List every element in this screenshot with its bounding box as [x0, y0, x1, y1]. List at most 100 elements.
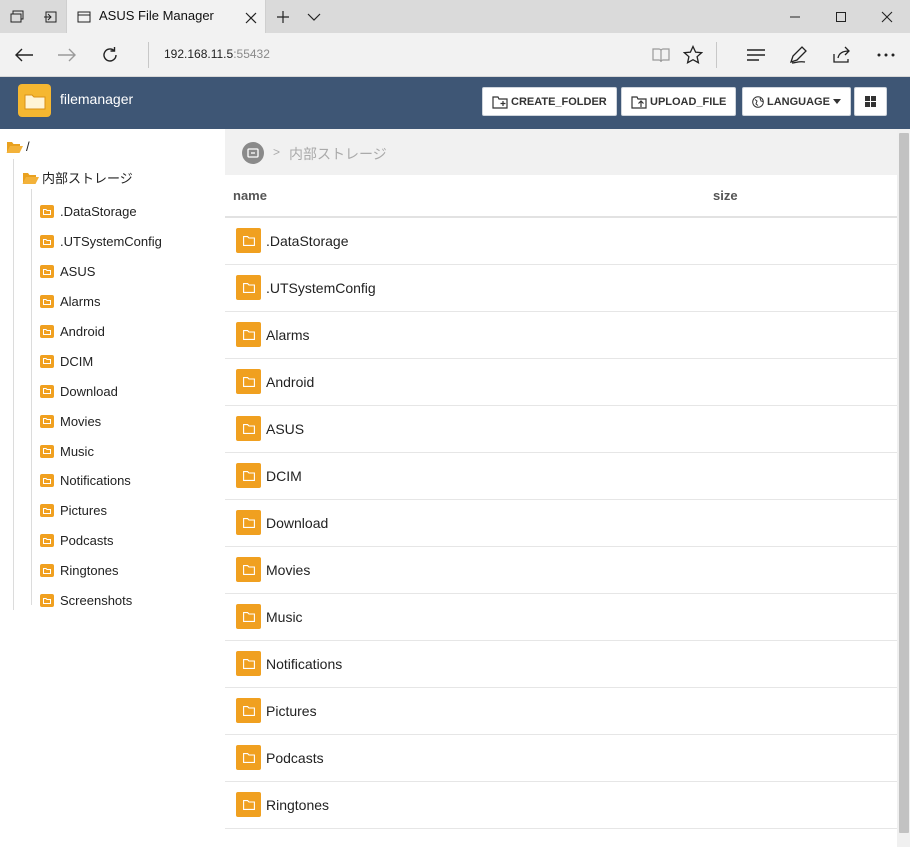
breadcrumb: > 内部ストレージ	[225, 129, 897, 175]
sidebar-folder-label: .DataStorage	[60, 204, 137, 220]
sidebar-folder-item[interactable]: ASUS	[40, 257, 162, 287]
tab-list-icon[interactable]	[0, 0, 33, 33]
file-name-cell: ASUS	[266, 421, 305, 437]
folder-icon	[236, 698, 261, 723]
table-row[interactable]: Alarms	[225, 312, 897, 359]
hub-icon[interactable]	[734, 33, 778, 77]
column-header-name[interactable]: name	[233, 188, 267, 203]
file-name-cell: .DataStorage	[266, 233, 349, 249]
back-arrow-icon[interactable]	[2, 33, 46, 77]
file-name-cell: Pictures	[266, 703, 317, 719]
folder-icon	[40, 504, 54, 518]
new-tab-icon[interactable]	[266, 0, 299, 33]
sidebar-folder-item[interactable]: .UTSystemConfig	[40, 227, 162, 257]
table-row[interactable]: Notifications	[225, 641, 897, 688]
folder-icon	[236, 745, 261, 770]
table-row[interactable]: .UTSystemConfig	[225, 265, 897, 312]
folder-icon	[236, 228, 261, 253]
scrollbar-thumb[interactable]	[899, 133, 909, 833]
upload-icon	[631, 95, 647, 109]
table-row[interactable]: .DataStorage	[225, 218, 897, 265]
set-aside-tabs-icon[interactable]	[33, 0, 66, 33]
file-name-cell: Download	[266, 515, 329, 531]
maximize-icon[interactable]	[818, 0, 864, 33]
folder-icon	[236, 463, 261, 488]
address-bar[interactable]: 192.168.11.5:55432	[164, 47, 270, 61]
folder-icon	[236, 651, 261, 676]
sidebar-folder-item[interactable]: Alarms	[40, 287, 162, 317]
table-row[interactable]: Android	[225, 359, 897, 406]
table-row[interactable]: Ringtones	[225, 782, 897, 829]
folder-icon	[236, 369, 261, 394]
sidebar-folder-item[interactable]: Music	[40, 436, 162, 466]
upload-file-button[interactable]: UPLOAD_FILE	[621, 87, 737, 116]
globe-icon	[752, 95, 764, 108]
folder-icon	[40, 325, 54, 338]
sidebar-tree: / 内部ストレージ .DataStorage .UTSystemConfig ASU…	[0, 129, 225, 847]
folder-icon	[40, 414, 54, 428]
minimize-icon[interactable]	[772, 0, 818, 33]
address-separator	[148, 42, 149, 68]
refresh-icon[interactable]	[88, 33, 132, 77]
sidebar-folder-item[interactable]: Podcasts	[40, 526, 162, 556]
folder-logo-icon	[18, 84, 51, 117]
file-name-cell: Android	[266, 374, 315, 390]
share-icon[interactable]	[820, 33, 864, 77]
sidebar-folder-label: Ringtones	[60, 563, 119, 579]
web-note-pen-icon[interactable]	[776, 33, 820, 77]
folder-icon	[236, 604, 261, 629]
sidebar-folder-item[interactable]: Ringtones	[40, 556, 162, 586]
table-row[interactable]: Download	[225, 500, 897, 547]
tree-storage[interactable]: 内部ストレージ	[22, 168, 133, 187]
table-row[interactable]: Pictures	[225, 688, 897, 735]
column-header-size[interactable]: size	[713, 188, 738, 203]
folder-icon	[236, 792, 261, 817]
grid-view-button[interactable]	[854, 87, 887, 116]
file-name-cell: .UTSystemConfig	[266, 280, 376, 296]
star-favorite-icon[interactable]	[671, 33, 715, 77]
forward-arrow-icon[interactable]	[45, 33, 89, 77]
storage-home-icon[interactable]	[242, 142, 264, 164]
sidebar-folder-item[interactable]: DCIM	[40, 346, 162, 376]
tree-folder-list: .DataStorage .UTSystemConfig ASUS Alarms And…	[40, 197, 162, 615]
sidebar-folder-item[interactable]: Download	[40, 376, 162, 406]
folder-icon	[236, 557, 261, 582]
create-folder-button[interactable]: CREATE_FOLDER	[482, 87, 617, 116]
page-icon	[77, 9, 91, 28]
caret-down-icon	[832, 99, 841, 104]
sidebar-folder-item[interactable]: Pictures	[40, 496, 162, 526]
tree-root-label: /	[26, 139, 30, 154]
browser-tab-active[interactable]: ASUS File Manager	[66, 0, 266, 33]
close-window-icon[interactable]	[864, 0, 910, 33]
sidebar-folder-item[interactable]: Android	[40, 317, 162, 347]
address-host: 192.168.11.5	[164, 47, 234, 61]
table-row[interactable]: ASUS	[225, 406, 897, 453]
browser-tab-bar: ASUS File Manager	[0, 0, 910, 33]
tab-title: ASUS File Manager	[99, 8, 214, 23]
table-row[interactable]: Music	[225, 594, 897, 641]
sidebar-folder-item[interactable]: .DataStorage	[40, 197, 162, 227]
file-table-body: .DataStorage .UTSystemConfig Alarms Android…	[225, 218, 897, 829]
sidebar-folder-label: Movies	[60, 413, 102, 429]
file-name-cell: Movies	[266, 562, 311, 578]
breadcrumb-current[interactable]: 内部ストレージ	[289, 144, 387, 164]
folder-icon	[40, 205, 54, 219]
tree-guide-line	[31, 189, 32, 605]
sidebar-folder-label: Android	[60, 324, 105, 339]
folder-icon	[236, 416, 261, 441]
upload-file-label: UPLOAD_FILE	[650, 95, 727, 108]
chevron-down-icon[interactable]	[297, 0, 330, 33]
close-tab-icon[interactable]	[245, 9, 257, 28]
folder-icon	[236, 275, 261, 300]
table-row[interactable]: DCIM	[225, 453, 897, 500]
sidebar-folder-item[interactable]: Notifications	[40, 466, 162, 496]
table-row[interactable]: Podcasts	[225, 735, 897, 782]
sidebar-folder-item[interactable]: Movies	[40, 406, 162, 436]
sidebar-folder-item[interactable]: Screenshots	[40, 586, 162, 616]
table-row[interactable]: Movies	[225, 547, 897, 594]
tree-root[interactable]: /	[6, 139, 30, 154]
more-options-icon[interactable]	[864, 33, 908, 77]
address-port: :55432	[233, 47, 270, 61]
file-name-cell: Notifications	[266, 656, 343, 672]
language-dropdown[interactable]: LANGUAGE	[742, 87, 851, 116]
